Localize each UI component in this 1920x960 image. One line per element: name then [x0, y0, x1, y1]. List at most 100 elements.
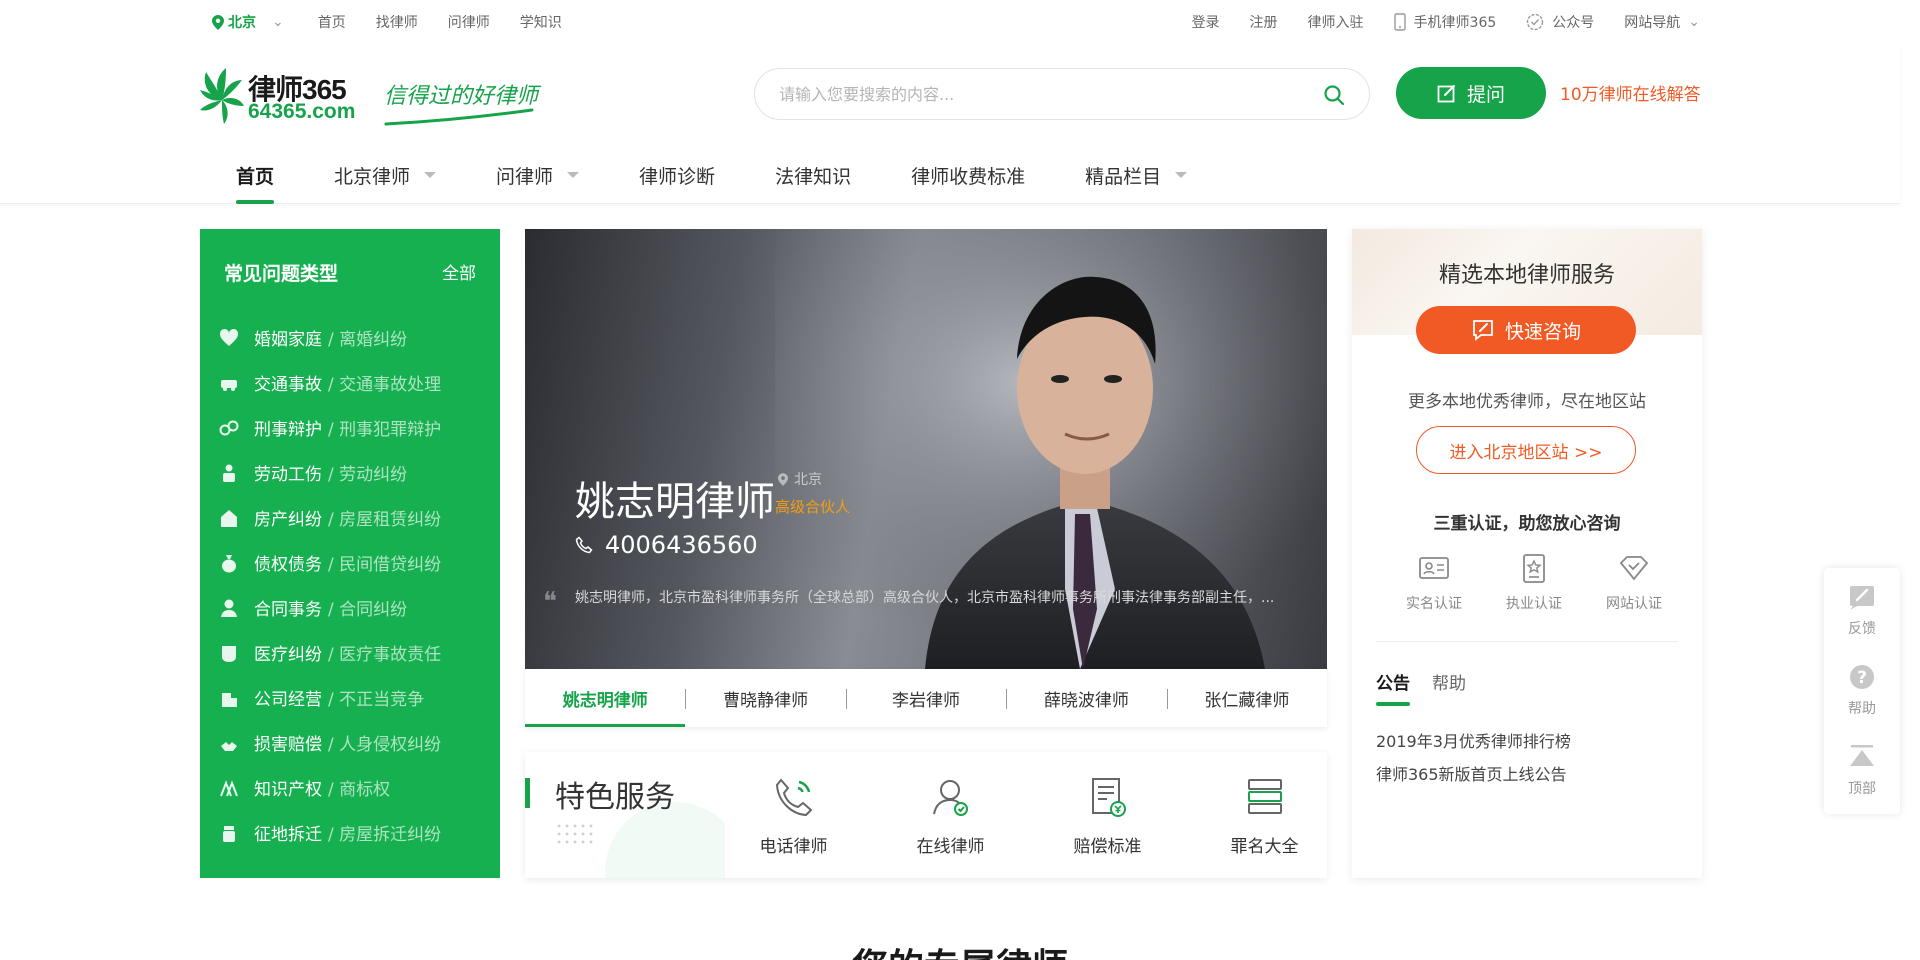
featured-services-list: 电话律师 在线律师 赔偿标准 罪名大全 — [715, 774, 1327, 857]
cert-label: 网站认证 — [1606, 596, 1662, 612]
mobile-app-link[interactable]: 手机律师365 — [1393, 12, 1496, 32]
search-input[interactable] — [779, 81, 1299, 107]
chevron-down-icon: ⌄ — [1688, 14, 1700, 30]
nav-fee-standards[interactable]: 律师收费标准 — [911, 162, 1025, 204]
category-item[interactable]: 公司经营 / 不正当竞争 — [218, 675, 441, 720]
ask-question-button[interactable]: 提问 — [1396, 67, 1546, 119]
notice-item[interactable]: 2019年3月优秀律师排行榜 — [1376, 725, 1571, 758]
category-main: 知识产权 — [254, 780, 322, 800]
category-sub: / 商标权 — [328, 780, 391, 800]
category-sub: / 交通事故处理 — [328, 375, 442, 395]
nav-ask-lawyer[interactable]: 问律师 — [496, 162, 580, 204]
lawyer-tab[interactable]: 张仁藏律师 — [1166, 669, 1327, 727]
nav-diagnose-label: 律师诊断 — [639, 166, 716, 188]
help-icon: ? — [1850, 665, 1874, 689]
top-label: 顶部 — [1848, 781, 1876, 797]
category-item[interactable]: 债权债务 / 民间借贷纠纷 — [218, 540, 441, 585]
topnav-ask-lawyer-link[interactable]: 问律师 — [448, 12, 490, 32]
category-item[interactable]: 婚姻家庭 / 离婚纠纷 — [218, 315, 441, 360]
city-name: 北京 — [228, 15, 256, 31]
feature-online-lawyer[interactable]: 在线律师 — [872, 774, 1029, 857]
nav-home[interactable]: 首页 — [236, 162, 275, 204]
license-badge-icon — [1523, 554, 1545, 583]
category-sub: / 劳动纠纷 — [328, 465, 408, 485]
cert-label: 执业认证 — [1506, 596, 1562, 612]
category-sub: / 合同纠纷 — [328, 600, 408, 620]
section-accent-bar — [525, 778, 530, 808]
category-panel-title: 常见问题类型 — [224, 263, 339, 285]
tab-announcement[interactable]: 公告 — [1376, 669, 1410, 706]
category-item[interactable]: 刑事辩护 / 刑事犯罪辩护 — [218, 405, 441, 450]
online-lawyer-icon — [932, 780, 968, 816]
category-all-link[interactable]: 全部 — [442, 259, 476, 286]
category-sub: / 民间借贷纠纷 — [328, 555, 442, 575]
tab-help[interactable]: 帮助 — [1432, 669, 1466, 706]
compensation-doc-icon — [1091, 778, 1126, 817]
topnav-home-link[interactable]: 首页 — [318, 12, 346, 32]
site-nav-dropdown[interactable]: 网站导航 ⌄ — [1624, 12, 1700, 32]
feature-label: 电话律师 — [759, 837, 828, 857]
category-main: 征地拆迁 — [254, 825, 322, 845]
category-item[interactable]: 房产纠纷 / 房屋租赁纠纷 — [218, 495, 441, 540]
enter-beijing-site-button[interactable]: 进入北京地区站 >> — [1416, 426, 1636, 474]
category-item[interactable]: 知识产权 / 商标权 — [218, 765, 441, 810]
lawyer-phone-number: 4006436560 — [605, 531, 758, 559]
category-item[interactable]: 交通事故 / 交通事故处理 — [218, 360, 441, 405]
topnav-learn-link[interactable]: 学知识 — [520, 12, 562, 32]
category-sub: / 人身侵权纠纷 — [328, 735, 442, 755]
back-to-top-button[interactable]: 顶部 — [1824, 732, 1900, 808]
category-item[interactable]: 损害赔偿 / 人身侵权纠纷 — [218, 720, 441, 765]
lawyer-tab[interactable]: 李岩律师 — [845, 669, 1006, 727]
local-more-text: 更多本地优秀律师，尽在地区站 — [1408, 392, 1646, 412]
category-sub: / 房屋拆迁纠纷 — [328, 825, 442, 845]
topnav-find-lawyer-link[interactable]: 找律师 — [376, 12, 418, 32]
feedback-icon — [1850, 586, 1874, 610]
nav-lawyer-diagnosis[interactable]: 律师诊断 — [639, 162, 715, 204]
notice-item[interactable]: 律师365新版首页上线公告 — [1376, 758, 1571, 791]
cert-real-name: 实名认证 — [1384, 551, 1484, 613]
search-icon[interactable] — [1323, 84, 1345, 106]
site-logo[interactable]: 律师365 64365.com 信得过的好律师 — [198, 66, 538, 126]
lawyer-location: 北京 — [778, 469, 822, 489]
diamond-badge-icon — [1619, 556, 1649, 581]
nav-home-label: 首页 — [236, 166, 275, 188]
phone-icon — [575, 536, 593, 554]
city-selector[interactable]: 北京 ⌄ — [212, 12, 284, 32]
wechat-link[interactable]: 公众号 — [1526, 12, 1594, 32]
nav-beijing-lawyers[interactable]: 北京律师 — [334, 162, 437, 204]
nav-beijing-label: 北京律师 — [334, 166, 411, 188]
nav-legal-knowledge[interactable]: 法律知识 — [775, 162, 851, 204]
nav-featured-columns[interactable]: 精品栏目 — [1085, 162, 1188, 204]
arrow-up-icon — [1850, 745, 1874, 766]
svg-text:?: ? — [1857, 668, 1867, 688]
category-item[interactable]: 医疗纠纷 / 医疗事故责任 — [218, 630, 441, 675]
lawyer-join-link[interactable]: 律师入驻 — [1308, 12, 1364, 32]
category-item[interactable]: 征地拆迁 / 房屋拆迁纠纷 — [218, 810, 441, 855]
quick-consult-button[interactable]: 快速咨询 — [1416, 306, 1636, 354]
feature-crime-encyclopedia[interactable]: 罪名大全 — [1186, 774, 1327, 857]
register-link[interactable]: 注册 — [1250, 12, 1278, 32]
wechat-label: 公众号 — [1552, 15, 1595, 31]
help-button[interactable]: ? 帮助 — [1824, 652, 1900, 728]
online-lawyers-note[interactable]: 10万律师在线解答 — [1560, 80, 1701, 105]
category-item[interactable]: 合同事务 / 合同纠纷 — [218, 585, 441, 630]
lawyer-tab[interactable]: 姚志明律师 — [525, 669, 686, 727]
feedback-button[interactable]: 反馈 — [1824, 572, 1900, 648]
lawyer-hero-banner[interactable]: 姚志明律师 北京 高级合伙人 4006436560 ❝ 姚志明律师，北京市盈科律… — [525, 229, 1327, 669]
local-lawyer-panel: 精选本地律师服务 快速咨询 更多本地优秀律师，尽在地区站 进入北京地区站 >> … — [1352, 229, 1702, 878]
consult-edit-icon — [1473, 320, 1493, 341]
caret-down-icon — [1175, 172, 1188, 178]
category-sub: / 刑事犯罪辩护 — [328, 420, 442, 440]
feature-phone-lawyer[interactable]: 电话律师 — [715, 774, 872, 857]
login-link[interactable]: 登录 — [1192, 12, 1220, 32]
feature-compensation-standard[interactable]: 赔偿标准 — [1029, 774, 1186, 857]
category-item[interactable]: 劳动工伤 / 劳动纠纷 — [218, 450, 441, 495]
triple-certification-title: 三重认证，助您放心咨询 — [1433, 514, 1621, 534]
hands-icon — [221, 741, 237, 751]
lawyer-tab[interactable]: 薛晓波律师 — [1006, 669, 1166, 727]
notice-list: 2019年3月优秀律师排行榜 律师365新版首页上线公告 — [1376, 725, 1571, 791]
lawyer-tab[interactable]: 曹晓静律师 — [685, 669, 845, 727]
category-main: 交通事故 — [254, 375, 322, 395]
quote-mark-icon: ❝ — [543, 587, 557, 617]
lawyer-phone[interactable]: 4006436560 — [575, 531, 758, 559]
